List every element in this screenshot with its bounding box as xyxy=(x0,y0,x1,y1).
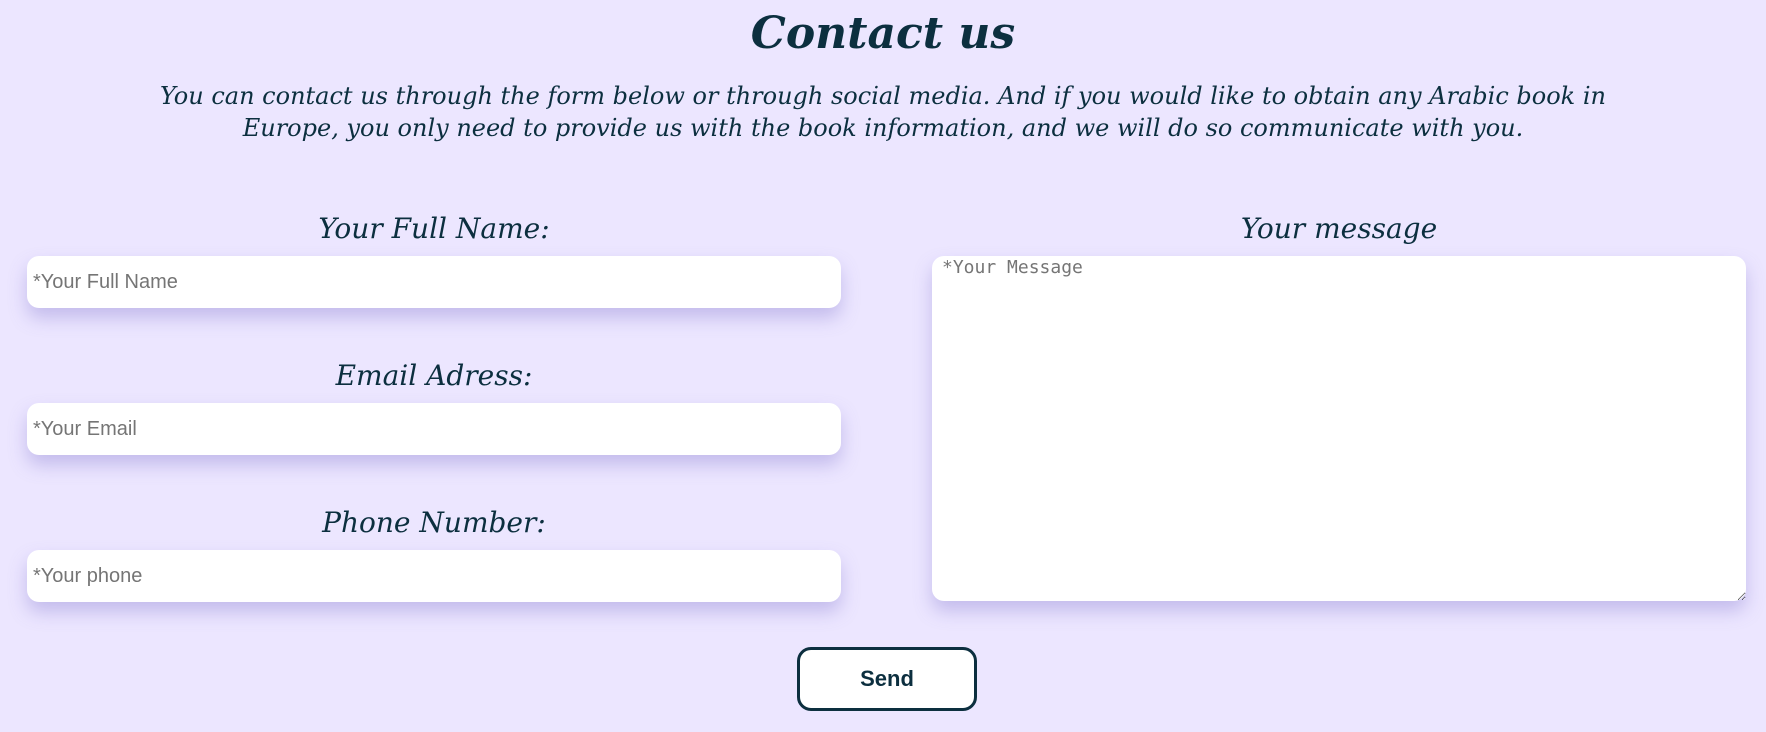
full-name-input[interactable] xyxy=(27,256,841,308)
send-button[interactable]: Send xyxy=(797,647,977,711)
message-label: Your message xyxy=(1240,212,1438,245)
full-name-label: Your Full Name: xyxy=(318,212,550,245)
intro-text: You can contact us through the form belo… xyxy=(160,82,1606,142)
phone-input[interactable] xyxy=(27,550,841,602)
message-textarea[interactable] xyxy=(932,256,1746,601)
page-title: Contact us xyxy=(750,8,1016,59)
email-input[interactable] xyxy=(27,403,841,455)
email-label: Email Adress: xyxy=(335,359,533,392)
phone-label: Phone Number: xyxy=(322,506,546,539)
